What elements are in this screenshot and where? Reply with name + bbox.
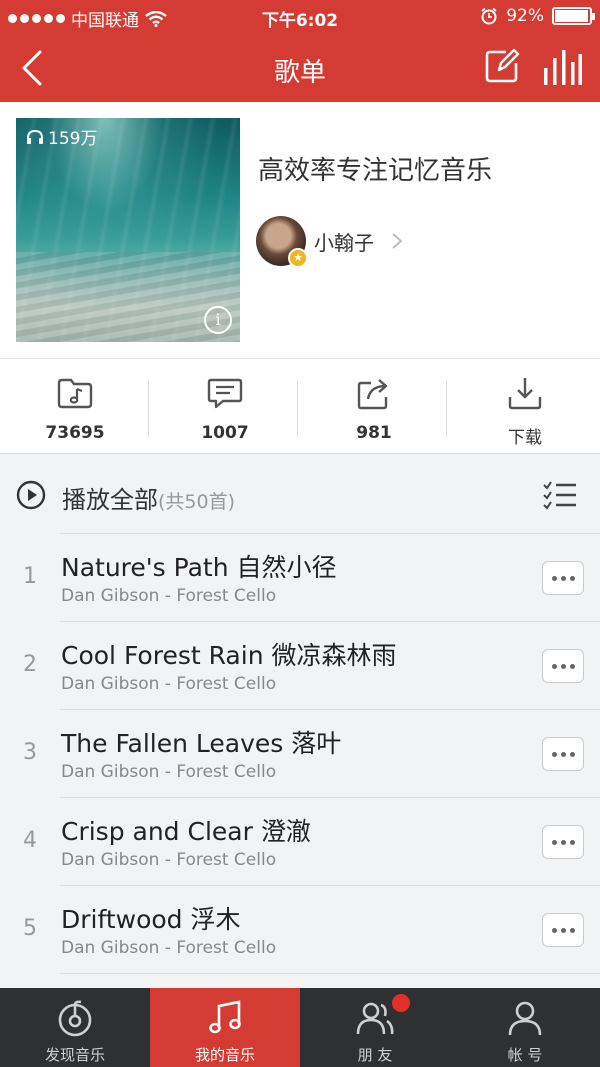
play-all-label: 播放全部(共50首) xyxy=(62,480,235,515)
share-button[interactable]: 981 xyxy=(299,359,449,455)
song-index: 1 xyxy=(23,564,37,589)
song-row[interactable]: 1 Nature's Path 自然小径 Dan Gibson - Forest… xyxy=(0,534,600,622)
favorite-count: 73695 xyxy=(45,423,105,443)
song-title: Driftwood 浮木 xyxy=(61,905,241,934)
song-row[interactable]: 4 Crisp and Clear 澄澈 Dan Gibson - Forest… xyxy=(0,798,600,886)
stats-row: 73695 1007 981 下载 xyxy=(0,358,600,454)
play-count: 159万 xyxy=(26,124,97,149)
song-subtitle: Dan Gibson - Forest Cello xyxy=(61,938,277,958)
tab-label: 朋 友 xyxy=(357,1046,393,1064)
tab-my-music[interactable]: 我的音乐 xyxy=(150,988,300,1067)
song-subtitle: Dan Gibson - Forest Cello xyxy=(61,850,277,870)
tab-bar: 发现音乐 我的音乐 朋 友 帐 号 xyxy=(0,988,600,1067)
download-label: 下载 xyxy=(508,428,542,448)
song-title: Crisp and Clear 澄澈 xyxy=(61,817,311,846)
headphones-icon xyxy=(27,129,43,144)
battery-icon xyxy=(552,7,595,25)
playlist-cover[interactable]: 159万 i xyxy=(16,118,240,342)
edit-icon[interactable] xyxy=(484,48,520,84)
status-bar: 中国联通 下午6:02 92% xyxy=(0,0,600,34)
song-subtitle: Dan Gibson - Forest Cello xyxy=(61,762,277,782)
play-all-bar[interactable]: 播放全部(共50首) xyxy=(0,454,600,534)
nav-bar: 歌单 xyxy=(0,34,600,102)
comment-icon xyxy=(207,378,243,409)
song-index: 4 xyxy=(23,828,37,853)
playlist-title: 高效率专注记忆音乐 xyxy=(258,156,493,186)
tab-label: 我的音乐 xyxy=(194,1046,255,1064)
tab-discover[interactable]: 发现音乐 xyxy=(0,988,150,1067)
song-count: (共50首) xyxy=(158,491,236,513)
song-row[interactable]: 3 The Fallen Leaves 落叶 Dan Gibson - Fore… xyxy=(0,710,600,798)
play-all-text: 播放全部 xyxy=(62,486,158,514)
song-index: 5 xyxy=(23,916,37,941)
chevron-right-icon xyxy=(392,233,403,249)
share-count: 981 xyxy=(356,423,392,443)
song-index: 3 xyxy=(23,740,37,765)
tab-label: 发现音乐 xyxy=(44,1046,105,1064)
star-badge-icon: ★ xyxy=(288,248,308,268)
notification-badge xyxy=(392,994,410,1012)
discover-music-icon xyxy=(58,1000,92,1037)
info-icon[interactable]: i xyxy=(204,306,232,334)
song-row[interactable]: 2 Cool Forest Rain 微凉森林雨 Dan Gibson - Fo… xyxy=(0,622,600,710)
more-options-icon[interactable] xyxy=(542,737,584,771)
avatar: ★ xyxy=(256,216,308,268)
alarm-icon xyxy=(481,7,497,25)
more-options-icon[interactable] xyxy=(542,561,584,595)
song-index: 2 xyxy=(23,652,37,677)
my-music-icon xyxy=(209,1000,241,1034)
account-icon xyxy=(508,1001,542,1036)
friends-icon xyxy=(356,1002,394,1035)
battery-percent: 92% xyxy=(506,6,544,26)
more-options-icon[interactable] xyxy=(542,913,584,947)
share-icon xyxy=(357,379,388,410)
creator-link[interactable]: ★ 小翰子 xyxy=(256,216,404,268)
tab-label: 帐 号 xyxy=(507,1046,543,1064)
equalizer-icon[interactable] xyxy=(542,48,582,86)
creator-name: 小翰子 xyxy=(314,230,374,255)
song-row[interactable]: 5 Driftwood 浮木 Dan Gibson - Forest Cello xyxy=(0,886,600,974)
favorite-button[interactable]: 73695 xyxy=(0,359,150,455)
more-options-icon[interactable] xyxy=(542,649,584,683)
song-title: Cool Forest Rain 微凉森林雨 xyxy=(61,641,397,670)
comment-count: 1007 xyxy=(201,423,249,443)
playlist-header: 159万 i 高效率专注记忆音乐 ★ 小翰子 xyxy=(0,102,600,358)
download-icon xyxy=(508,378,542,410)
tab-account[interactable]: 帐 号 xyxy=(450,988,600,1067)
multi-select-icon[interactable] xyxy=(542,480,578,510)
comment-button[interactable]: 1007 xyxy=(150,359,300,455)
folder-music-icon xyxy=(57,378,93,409)
song-title: The Fallen Leaves 落叶 xyxy=(61,729,342,758)
more-options-icon[interactable] xyxy=(542,825,584,859)
play-circle-icon xyxy=(16,480,46,510)
song-subtitle: Dan Gibson - Forest Cello xyxy=(61,586,277,606)
song-subtitle: Dan Gibson - Forest Cello xyxy=(61,674,277,694)
tab-friends[interactable]: 朋 友 xyxy=(300,988,450,1067)
play-count-value: 159万 xyxy=(48,129,98,149)
top-bar: 中国联通 下午6:02 92% 歌单 xyxy=(0,0,600,102)
song-title: Nature's Path 自然小径 xyxy=(61,553,337,582)
download-button[interactable]: 下载 xyxy=(450,359,600,455)
